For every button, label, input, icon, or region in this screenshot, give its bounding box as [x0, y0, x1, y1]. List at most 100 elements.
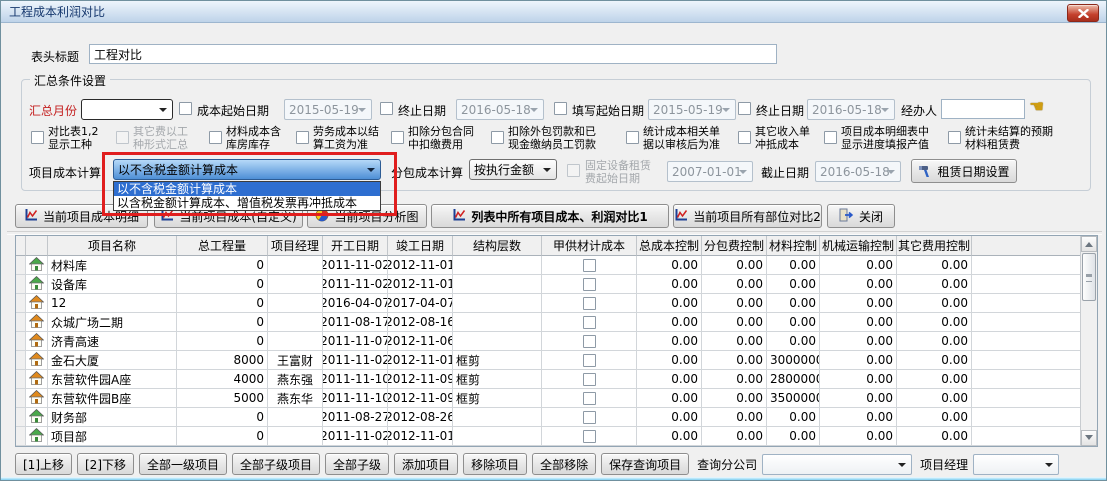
summary-option-3[interactable]: 材料成本含库房库存: [209, 125, 281, 151]
checkbox[interactable]: [738, 131, 751, 144]
supplied-material-cell[interactable]: [542, 275, 637, 294]
footer-button-1[interactable]: [1]上移: [15, 453, 72, 475]
summary-option-5[interactable]: 扣除分包合同中扣缴费用: [391, 125, 474, 151]
checkbox[interactable]: [583, 259, 596, 272]
column-header-5[interactable]: 竣工日期: [388, 236, 453, 256]
checkbox[interactable]: [583, 411, 596, 424]
column-header-2[interactable]: 总工程量: [177, 236, 268, 256]
table-row[interactable]: 济青高速02011-11-072012-11-060.000.000.000.0…: [16, 332, 1080, 351]
scroll-thumb[interactable]: [1082, 253, 1096, 301]
checkbox[interactable]: [583, 278, 596, 291]
footer-button-6[interactable]: 添加项目: [394, 453, 458, 475]
toolbar-button-6[interactable]: 关闭: [827, 204, 895, 228]
branch-select[interactable]: [762, 454, 912, 475]
checkbox[interactable]: [583, 316, 596, 329]
supplied-material-cell[interactable]: [542, 427, 637, 446]
column-header-1[interactable]: 项目名称: [48, 236, 177, 256]
dropdown-option-2[interactable]: 以含税金额计算成本、增值税发票再冲抵成本: [114, 196, 380, 210]
summary-option-7[interactable]: 统计成本相关单据以审核后为准: [626, 125, 720, 151]
checkbox[interactable]: [209, 131, 222, 144]
checkbox[interactable]: [824, 131, 837, 144]
header-title-input[interactable]: [89, 44, 777, 64]
supplied-material-cell[interactable]: [542, 294, 637, 313]
fill-start-date[interactable]: 2015-05-19: [648, 99, 736, 120]
close-button[interactable]: [1067, 4, 1099, 22]
column-header-8[interactable]: 总成本控制: [637, 236, 702, 256]
supplied-material-cell[interactable]: [542, 389, 637, 408]
summary-option-6[interactable]: 扣除外包罚款和已现金缴纳员工罚款: [491, 125, 596, 151]
footer-button-2[interactable]: [2]下移: [77, 453, 134, 475]
footer-button-9[interactable]: 保存查询项目: [601, 453, 689, 475]
dropdown-option-1[interactable]: 以不含税金额计算成本: [114, 182, 380, 196]
table-row[interactable]: 1202016-04-072017-04-070.000.000.000.000…: [16, 294, 1080, 313]
footer-button-5[interactable]: 全部子级: [325, 453, 389, 475]
summary-option-9[interactable]: 项目成本明细表中显示进度填报产值: [824, 125, 929, 151]
supplied-material-cell[interactable]: [542, 351, 637, 370]
deadline-date[interactable]: 2016-05-18: [815, 161, 901, 182]
summary-option-1[interactable]: 对比表1,2显示工种: [31, 125, 99, 151]
lease-date-settings-button[interactable]: 租赁日期设置: [911, 159, 1017, 183]
end-date2-checkbox[interactable]: [738, 102, 751, 115]
end-date1-checkbox[interactable]: [380, 102, 393, 115]
summary-option-2[interactable]: 其它费以工种形式汇总: [116, 125, 188, 151]
table-row[interactable]: 财务部02011-08-272012-08-260.000.000.000.00…: [16, 408, 1080, 427]
checkbox[interactable]: [583, 354, 596, 367]
scroll-up-button[interactable]: [1081, 236, 1097, 252]
checkbox[interactable]: [116, 131, 129, 144]
column-header-4[interactable]: 开工日期: [323, 236, 388, 256]
fixed-lease-checkbox[interactable]: [567, 164, 580, 177]
summary-option-10[interactable]: 统计未结算的预期材料租赁费: [948, 125, 1053, 151]
column-header-3[interactable]: 项目经理: [268, 236, 323, 256]
checkbox[interactable]: [491, 131, 504, 144]
table-row[interactable]: 材料库02011-11-022012-11-010.000.000.000.00…: [16, 256, 1080, 275]
column-header-12[interactable]: 其它费用控制: [897, 236, 972, 256]
table-row[interactable]: 设备库02011-11-022012-11-010.000.000.000.00…: [16, 275, 1080, 294]
table-row[interactable]: 东营软件园B座5000燕东华2011-11-102012-11-09框剪0.00…: [16, 389, 1080, 408]
table-vscrollbar[interactable]: [1080, 236, 1097, 446]
project-cost-calc-select[interactable]: 以不含税金额计算成本: [113, 159, 381, 180]
pointing-hand-icon[interactable]: ☚: [1029, 97, 1044, 117]
toolbar-button-5[interactable]: 当前项目所有部位对比2: [673, 204, 822, 228]
column-header-10[interactable]: 材料控制: [767, 236, 820, 256]
footer-button-7[interactable]: 移除项目: [463, 453, 527, 475]
table-row[interactable]: 金石大厦8000王富财2011-11-022012-11-01框剪0.000.0…: [16, 351, 1080, 370]
table-row[interactable]: 众城广场二期02011-08-172012-08-160.000.000.000…: [16, 313, 1080, 332]
checkbox[interactable]: [583, 297, 596, 310]
subcontract-calc-select[interactable]: 按执行金额: [469, 159, 557, 180]
checkbox[interactable]: [948, 131, 961, 144]
column-header-11[interactable]: 机械运输控制: [820, 236, 897, 256]
summary-option-4[interactable]: 劳务成本以结算工资为准: [296, 125, 379, 151]
footer-button-8[interactable]: 全部移除: [532, 453, 596, 475]
checkbox[interactable]: [31, 131, 44, 144]
column-header-6[interactable]: 结构层数: [453, 236, 542, 256]
footer-button-4[interactable]: 全部子级项目: [232, 453, 320, 475]
column-header-7[interactable]: 甲供材计成本: [542, 236, 637, 256]
fixed-lease-start-date[interactable]: 2007-01-01: [667, 161, 753, 182]
checkbox[interactable]: [583, 373, 596, 386]
end-date2[interactable]: 2016-05-18: [807, 99, 895, 120]
end-date1[interactable]: 2016-05-18: [456, 99, 544, 120]
supplied-material-cell[interactable]: [542, 256, 637, 275]
checkbox[interactable]: [583, 335, 596, 348]
supplied-material-cell[interactable]: [542, 313, 637, 332]
cost-start-checkbox[interactable]: [179, 102, 192, 115]
scroll-down-button[interactable]: [1081, 430, 1097, 446]
table-row[interactable]: 项目部02011-11-022012-11-010.000.000.000.00…: [16, 427, 1080, 446]
supplied-material-cell[interactable]: [542, 408, 637, 427]
agent-input[interactable]: [941, 99, 1025, 119]
supplied-material-cell[interactable]: [542, 332, 637, 351]
fill-start-checkbox[interactable]: [554, 102, 567, 115]
month-select[interactable]: [81, 99, 173, 120]
column-header-9[interactable]: 分包费控制: [702, 236, 767, 256]
checkbox[interactable]: [626, 131, 639, 144]
toolbar-button-4[interactable]: 列表中所有项目成本、利润对比1: [431, 204, 669, 228]
manager-select[interactable]: [973, 454, 1059, 475]
checkbox[interactable]: [296, 131, 309, 144]
summary-option-8[interactable]: 其它收入单冲抵成本: [738, 125, 810, 151]
checkbox[interactable]: [391, 131, 404, 144]
table-row[interactable]: 东营软件园A座4000燕东强2011-11-102012-11-09框剪0.00…: [16, 370, 1080, 389]
checkbox[interactable]: [583, 392, 596, 405]
cost-start-date[interactable]: 2015-05-19: [284, 99, 372, 120]
checkbox[interactable]: [583, 430, 596, 443]
supplied-material-cell[interactable]: [542, 370, 637, 389]
